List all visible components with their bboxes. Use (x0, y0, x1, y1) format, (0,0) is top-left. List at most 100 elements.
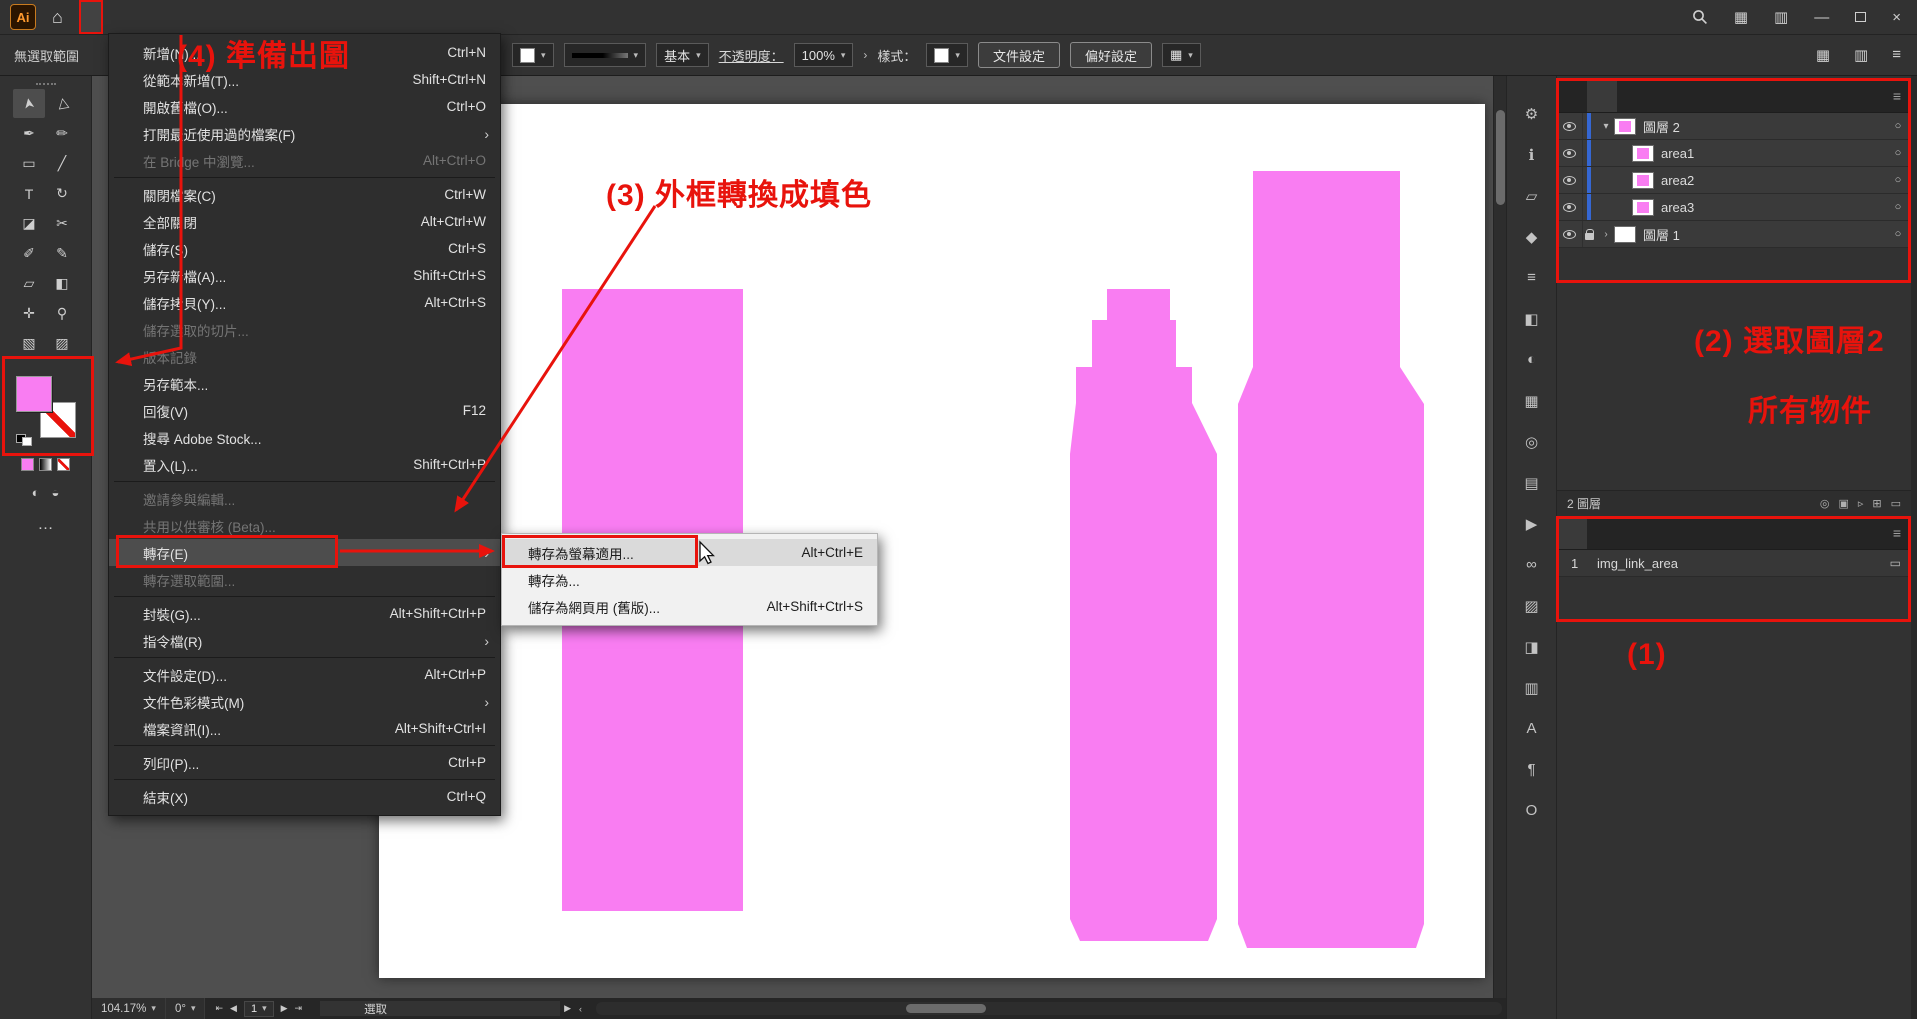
horizontal-scrollbar-thumb[interactable] (906, 1004, 986, 1013)
stroke-style-dropdown[interactable]: 基本▾ (656, 43, 709, 67)
file-menu-item[interactable]: 共用以供審核 (Beta)... (109, 512, 500, 539)
file-menu-item[interactable]: 回復(V) F12 (109, 397, 500, 424)
zoom-tool[interactable]: ⚲ (46, 299, 78, 328)
paintbrush-tool[interactable]: ✐ (13, 239, 45, 268)
tab-properties[interactable] (1557, 80, 1587, 112)
menu-file[interactable] (79, 0, 103, 34)
area1[interactable]: area1 ○ (1557, 140, 1911, 167)
file-menu-item[interactable]: 另存新檔(A)... Shift+Ctrl+S (109, 262, 500, 289)
toolbar-grip[interactable] (36, 83, 56, 86)
maximize-button[interactable] (1855, 9, 1866, 26)
file-menu-item[interactable]: 文件色彩模式(M) › (109, 688, 500, 715)
pencil-tool[interactable]: ✎ (46, 239, 78, 268)
opacity-expand-icon[interactable]: › (863, 48, 867, 62)
vertical-scrollbar-thumb[interactable] (1496, 110, 1505, 205)
next-artboard-icon[interactable]: ▶ (281, 1003, 288, 1014)
file-menu-item[interactable]: 檔案資訊(I)... Alt+Shift+Ctrl+I (109, 715, 500, 742)
layer-thumbnail[interactable] (1614, 118, 1636, 135)
layer-thumbnail[interactable] (1632, 172, 1654, 189)
links-icon[interactable]: ∞ (1515, 549, 1549, 580)
scissors-tool[interactable]: ✂ (46, 209, 78, 238)
file-menu-item[interactable]: 另存範本... (109, 370, 500, 397)
file-menu-item[interactable]: 開啟舊檔(O)... Ctrl+O (109, 93, 500, 120)
rotation-dropdown[interactable]: 0°▾ (166, 998, 206, 1019)
last-artboard-icon[interactable]: ⇥ (295, 1003, 303, 1014)
file-menu-item[interactable]: 全部關閉 Alt+Ctrl+W (109, 208, 500, 235)
symbols-icon[interactable]: ◎ (1515, 426, 1549, 457)
status-expand-icon[interactable]: ▶ (560, 1003, 575, 1014)
lock-icon[interactable] (1585, 233, 1594, 240)
rectangle-tool[interactable]: ▭ (13, 149, 45, 178)
layer-name[interactable]: area1 (1661, 146, 1885, 161)
arrange-documents-icon[interactable]: ▥ (1774, 8, 1788, 26)
locate-object-icon[interactable]: ◎ (1820, 497, 1830, 510)
file-menu-item[interactable]: 新增(N)... Ctrl+N (109, 39, 500, 66)
opacity-dropdown[interactable]: 100%▾ (794, 43, 854, 67)
file-menu-item[interactable]: 轉存(E) › (109, 539, 500, 566)
visibility-toggle[interactable] (1557, 221, 1583, 247)
hand-tool[interactable]: ✛ (13, 299, 45, 328)
actions-icon[interactable]: ▶ (1515, 508, 1549, 539)
file-menu-item[interactable]: 在 Bridge 中瀏覽... Alt+Ctrl+O (109, 147, 500, 174)
expand-chevron-icon[interactable]: ▾ (1598, 121, 1614, 132)
artboards-icon[interactable]: ▥ (1515, 672, 1549, 703)
expand-chevron-icon[interactable]: › (1598, 229, 1614, 240)
submenu-item[interactable]: 轉存為... (502, 566, 877, 593)
draw-normal-mode-icon[interactable]: ◐ (32, 485, 40, 500)
file-menu-item[interactable]: 轉存選取範圍... (109, 566, 500, 593)
target-circle-icon[interactable]: ○ (1885, 201, 1911, 213)
curvature-tool[interactable]: ✏ (46, 119, 78, 148)
圖層 2[interactable]: ▾ 圖層 2 ○ (1557, 113, 1911, 140)
direct-selection-tool[interactable]: ▷ (46, 89, 78, 118)
file-menu-item[interactable]: 儲存拷貝(Y)... Alt+Ctrl+S (109, 289, 500, 316)
visibility-toggle[interactable] (1557, 140, 1583, 166)
artboard-name[interactable]: img_link_area (1597, 556, 1890, 571)
target-circle-icon[interactable]: ○ (1885, 228, 1911, 240)
layer-thumbnail[interactable] (1614, 226, 1636, 243)
menu-help[interactable] (271, 0, 295, 34)
slice-tool[interactable]: ▨ (46, 329, 78, 358)
menu-type[interactable] (151, 0, 175, 34)
gradient-icon[interactable]: ◧ (1515, 303, 1549, 334)
type-tool[interactable]: T (13, 179, 45, 208)
make-mask-icon[interactable]: ▣ (1838, 497, 1848, 510)
file-menu-item[interactable]: 邀請參與編輯... (109, 485, 500, 512)
info-icon[interactable]: ℹ (1515, 139, 1549, 170)
file-menu-item[interactable]: 從範本新增(T)... Shift+Ctrl+N (109, 66, 500, 93)
submenu-item[interactable]: 轉存為螢幕適用... Alt+Ctrl+E (502, 539, 877, 566)
mini-none-swatch[interactable] (57, 458, 70, 471)
panel-options-icon[interactable]: ≡ (1892, 46, 1901, 64)
submenu-item[interactable]: 儲存為網頁用 (舊版)... Alt+Shift+Ctrl+S (502, 593, 877, 620)
layer-thumbnail[interactable] (1632, 199, 1654, 216)
mini-gradient-swatch[interactable] (39, 458, 52, 471)
document-setup-button[interactable]: 文件設定 (978, 42, 1060, 68)
search-icon[interactable] (1692, 9, 1708, 25)
color-swatch-dropdown[interactable]: ▾ (512, 43, 554, 67)
tab-asset-export[interactable] (1587, 517, 1617, 549)
rotate-tool[interactable]: ↻ (46, 179, 78, 208)
panel-menu-icon[interactable]: ≡ (1893, 525, 1911, 541)
target-circle-icon[interactable]: ○ (1885, 147, 1911, 159)
layer-name[interactable]: 圖層 1 (1643, 225, 1885, 244)
menu-select[interactable] (175, 0, 199, 34)
gradient-tool[interactable]: ◧ (46, 269, 78, 298)
eraser-tool[interactable]: ◪ (13, 209, 45, 238)
current-artboard-dropdown[interactable]: 1▾ (244, 1001, 274, 1017)
file-menu-item[interactable]: 置入(L)... Shift+Ctrl+P (109, 451, 500, 478)
menu-window[interactable] (247, 0, 271, 34)
artboard-tool[interactable]: ▧ (13, 329, 45, 358)
status-collapse-icon[interactable]: ‹ (575, 1004, 586, 1014)
file-menu-item[interactable]: 打開最近使用過的檔案(F) › (109, 120, 500, 147)
stroke-width-dropdown[interactable]: ▾ (564, 43, 647, 67)
shaper-tool[interactable]: ▱ (13, 269, 45, 298)
visibility-toggle[interactable] (1557, 194, 1583, 220)
menu-view[interactable] (223, 0, 247, 34)
panel-menu-icon[interactable]: ≡ (1893, 88, 1911, 104)
file-menu-item[interactable]: 版本記錄 (109, 343, 500, 370)
tab-libraries[interactable] (1617, 80, 1647, 112)
paragraph-icon[interactable]: ¶ (1515, 754, 1549, 785)
file-menu-item[interactable]: 關閉檔案(C) Ctrl+W (109, 181, 500, 208)
visibility-toggle[interactable] (1557, 167, 1583, 193)
first-artboard-icon[interactable]: ⇤ (215, 1003, 223, 1014)
character-icon[interactable]: A (1515, 713, 1549, 744)
